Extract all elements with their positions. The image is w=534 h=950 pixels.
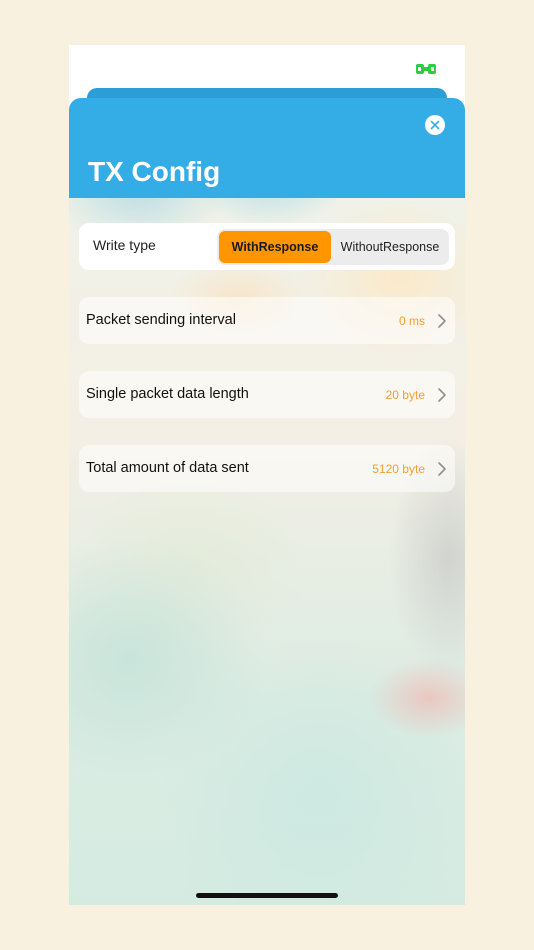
tx-config-sheet: TX Config Write type WithResponse Withou… xyxy=(69,98,465,905)
row-label: Single packet data length xyxy=(86,386,249,402)
total-data-row[interactable]: Total amount of data sent 5120 byte xyxy=(79,445,455,492)
chevron-right-icon xyxy=(438,462,446,476)
row-value: 5120 byte xyxy=(372,462,425,476)
write-type-label: Write type xyxy=(93,237,156,253)
close-icon xyxy=(430,120,440,130)
row-value: 20 byte xyxy=(385,388,425,402)
write-type-card: Write type WithResponse WithoutResponse xyxy=(79,223,455,270)
chevron-right-icon xyxy=(438,388,446,402)
page-title: TX Config xyxy=(88,156,221,187)
status-bar xyxy=(69,45,465,90)
sheet-header: TX Config xyxy=(69,98,465,198)
packet-interval-row[interactable]: Packet sending interval 0 ms xyxy=(79,297,455,344)
chevron-right-icon xyxy=(438,314,446,328)
row-label: Packet sending interval xyxy=(86,312,236,328)
segment-with-response[interactable]: WithResponse xyxy=(219,231,331,263)
close-button[interactable] xyxy=(425,115,445,135)
write-type-segmented-control: WithResponse WithoutResponse xyxy=(217,229,449,265)
segment-without-response[interactable]: WithoutResponse xyxy=(333,231,447,263)
home-indicator[interactable] xyxy=(196,893,338,898)
battery-icon xyxy=(416,64,436,74)
row-value: 0 ms xyxy=(398,314,425,328)
packet-length-row[interactable]: Single packet data length 20 byte xyxy=(79,371,455,418)
row-label: Total amount of data sent xyxy=(86,460,249,476)
phone-screen: TX Config Write type WithResponse Withou… xyxy=(69,45,465,905)
